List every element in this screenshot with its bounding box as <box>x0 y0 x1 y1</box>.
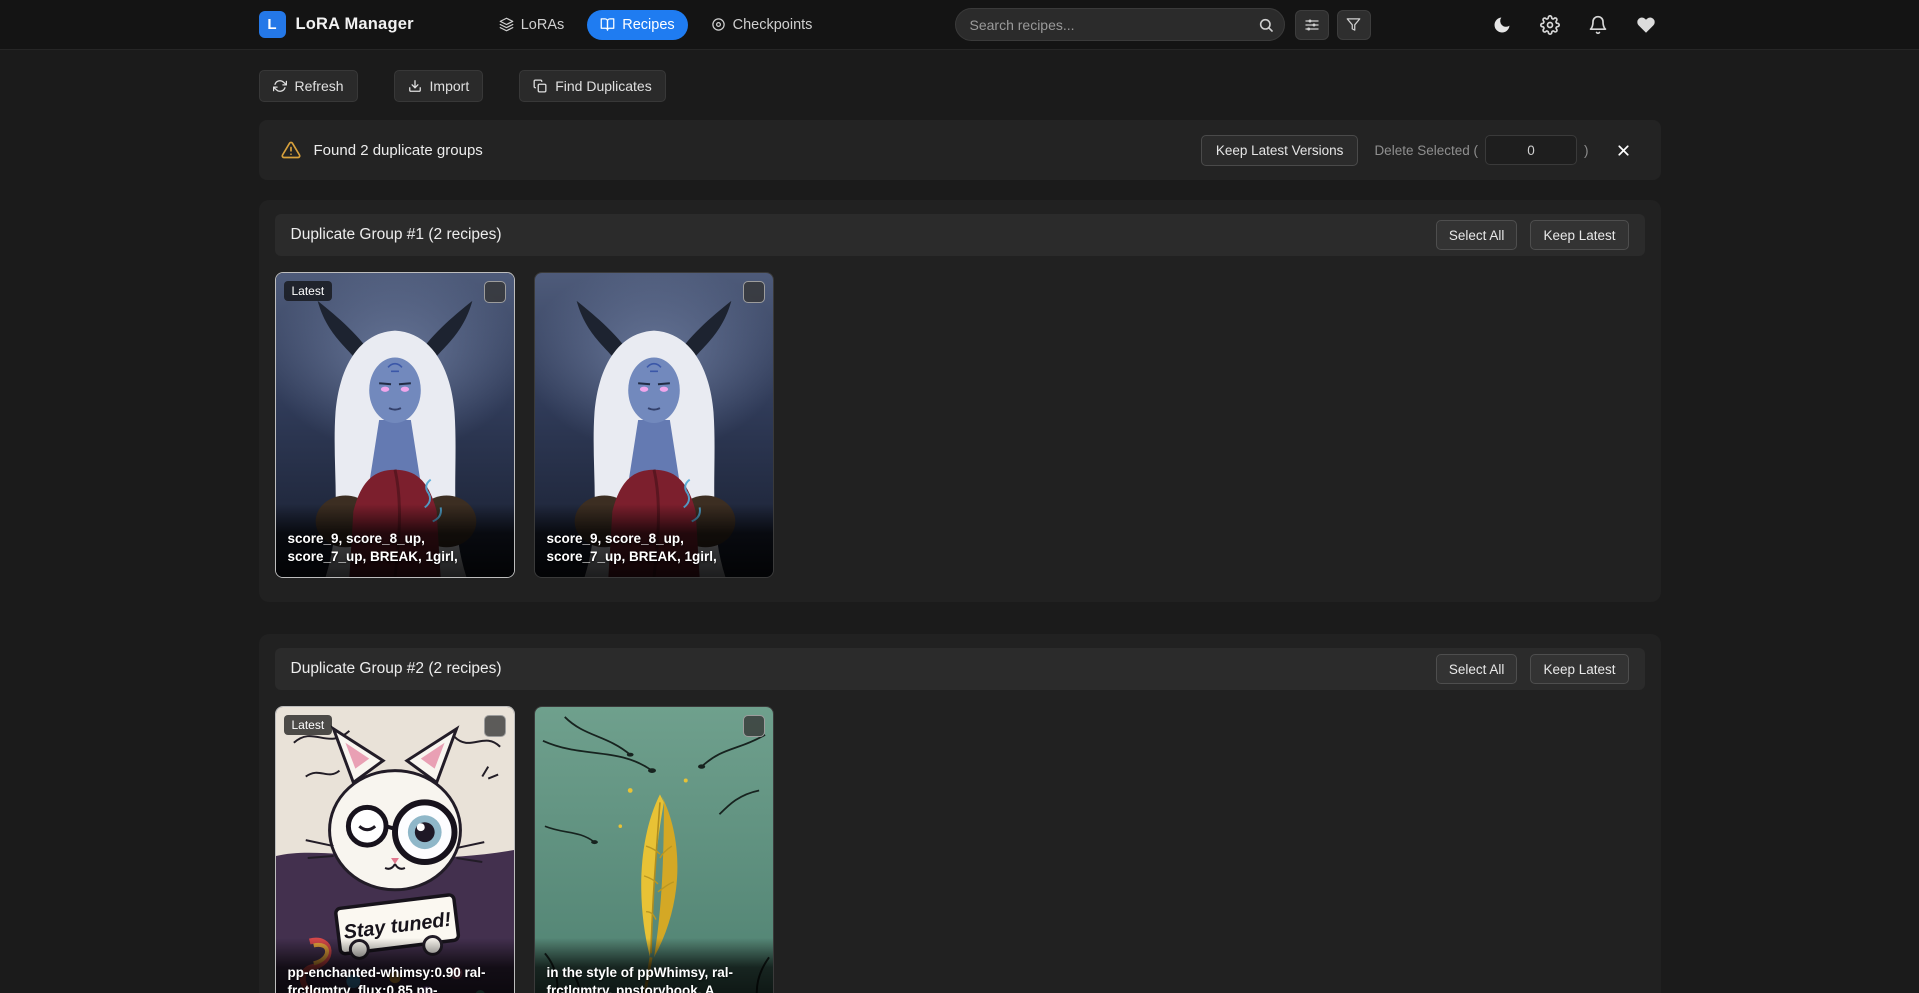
tab-loras[interactable]: LoRAs <box>486 10 578 40</box>
import-icon <box>408 79 422 93</box>
card-select-checkbox[interactable] <box>743 281 765 303</box>
copy-icon <box>533 79 547 93</box>
group-cards: Stay tuned! Latest pp-enchanted-whimsy:0… <box>275 706 1645 993</box>
latest-badge: Latest <box>284 281 333 301</box>
group-title: Duplicate Group #2 (2 recipes) <box>291 660 502 678</box>
delete-selected-prefix: Delete Selected ( <box>1374 143 1478 158</box>
refresh-button[interactable]: Refresh <box>259 70 358 102</box>
tab-label: Recipes <box>622 17 674 33</box>
card-select-checkbox[interactable] <box>743 715 765 737</box>
find-duplicates-button[interactable]: Find Duplicates <box>519 70 666 102</box>
recipe-caption: in the style of ppWhimsy, ral-frctlgmtry… <box>535 938 773 993</box>
delete-selected-button[interactable]: Delete Selected ( ) <box>1374 135 1588 165</box>
group-header: Duplicate Group #1 (2 recipes) Select Al… <box>275 214 1645 256</box>
heart-icon <box>1636 15 1656 35</box>
theme-toggle-button[interactable] <box>1487 10 1517 40</box>
navbar-actions <box>1487 10 1661 40</box>
delete-selected-suffix: ) <box>1584 143 1589 158</box>
search-icon <box>1258 17 1274 33</box>
notifications-button[interactable] <box>1583 10 1613 40</box>
settings-button[interactable] <box>1535 10 1565 40</box>
banner-message: Found 2 duplicate groups <box>281 140 483 160</box>
warning-icon <box>281 140 301 160</box>
banner-actions: Keep Latest Versions Delete Selected ( ) <box>1201 135 1639 166</box>
favorites-button[interactable] <box>1631 10 1661 40</box>
find-duplicates-label: Find Duplicates <box>555 78 652 94</box>
card-select-checkbox[interactable] <box>484 715 506 737</box>
tab-recipes[interactable]: Recipes <box>587 10 687 40</box>
group-actions: Select All Keep Latest <box>1436 220 1629 250</box>
import-button[interactable]: Import <box>394 70 484 102</box>
recipe-card[interactable]: in the style of ppWhimsy, ral-frctlgmtry… <box>534 706 774 993</box>
funnel-icon <box>1346 17 1361 32</box>
bell-icon <box>1588 15 1608 35</box>
keep-latest-versions-button[interactable]: Keep Latest Versions <box>1201 135 1359 166</box>
recipe-caption: score_9, score_8_up, score_7_up, BREAK, … <box>535 504 773 577</box>
recipe-card[interactable]: Stay tuned! Latest pp-enchanted-whimsy:0… <box>275 706 515 993</box>
main-content: Refresh Import Find Duplicates Found 2 d… <box>259 70 1661 993</box>
filter-buttons <box>1295 10 1371 40</box>
brand: L LoRA Manager <box>259 11 414 38</box>
sort-options-button[interactable] <box>1295 10 1329 40</box>
group-header: Duplicate Group #2 (2 recipes) Select Al… <box>275 648 1645 690</box>
keep-latest-button[interactable]: Keep Latest <box>1530 220 1628 250</box>
filter-button[interactable] <box>1337 10 1371 40</box>
select-all-button[interactable]: Select All <box>1436 220 1518 250</box>
selected-count-input[interactable] <box>1485 135 1577 165</box>
search-button[interactable] <box>1253 11 1280 38</box>
group-cards: Latest score_9, score_8_up, score_7_up, … <box>275 272 1645 578</box>
group-actions: Select All Keep Latest <box>1436 654 1629 684</box>
search-input[interactable] <box>955 8 1285 41</box>
tab-label: Checkpoints <box>733 17 813 33</box>
gear-icon <box>1540 15 1560 35</box>
close-banner-button[interactable] <box>1609 135 1639 165</box>
disc-icon <box>711 17 726 32</box>
recipe-card[interactable]: score_9, score_8_up, score_7_up, BREAK, … <box>534 272 774 578</box>
recipe-caption: pp-enchanted-whimsy:0.90 ral-frctlgmtry_… <box>276 938 514 993</box>
tab-label: LoRAs <box>521 17 565 33</box>
select-all-button[interactable]: Select All <box>1436 654 1518 684</box>
refresh-label: Refresh <box>295 78 344 94</box>
keep-latest-button[interactable]: Keep Latest <box>1530 654 1628 684</box>
sliders-icon <box>1304 17 1320 33</box>
app-title: LoRA Manager <box>296 15 414 34</box>
tab-checkpoints[interactable]: Checkpoints <box>698 10 826 40</box>
book-icon <box>600 17 615 32</box>
close-icon <box>1615 142 1632 159</box>
navbar: L LoRA Manager LoRAs Recipes Checkpoints <box>0 0 1919 50</box>
moon-icon <box>1492 15 1512 35</box>
duplicates-banner: Found 2 duplicate groups Keep Latest Ver… <box>259 120 1661 180</box>
card-select-checkbox[interactable] <box>484 281 506 303</box>
banner-text: Found 2 duplicate groups <box>314 142 483 159</box>
duplicate-group-panel: Duplicate Group #2 (2 recipes) Select Al… <box>259 634 1661 993</box>
import-label: Import <box>430 78 470 94</box>
latest-badge: Latest <box>284 715 333 735</box>
group-title: Duplicate Group #1 (2 recipes) <box>291 226 502 244</box>
refresh-icon <box>273 79 287 93</box>
layers-icon <box>499 17 514 32</box>
recipe-card[interactable]: Latest score_9, score_8_up, score_7_up, … <box>275 272 515 578</box>
duplicate-group-panel: Duplicate Group #1 (2 recipes) Select Al… <box>259 200 1661 602</box>
app-logo: L <box>259 11 286 38</box>
recipe-caption: score_9, score_8_up, score_7_up, BREAK, … <box>276 504 514 577</box>
main-nav: LoRAs Recipes Checkpoints <box>486 10 826 40</box>
search <box>955 8 1285 41</box>
page-toolbar: Refresh Import Find Duplicates <box>259 70 1661 102</box>
